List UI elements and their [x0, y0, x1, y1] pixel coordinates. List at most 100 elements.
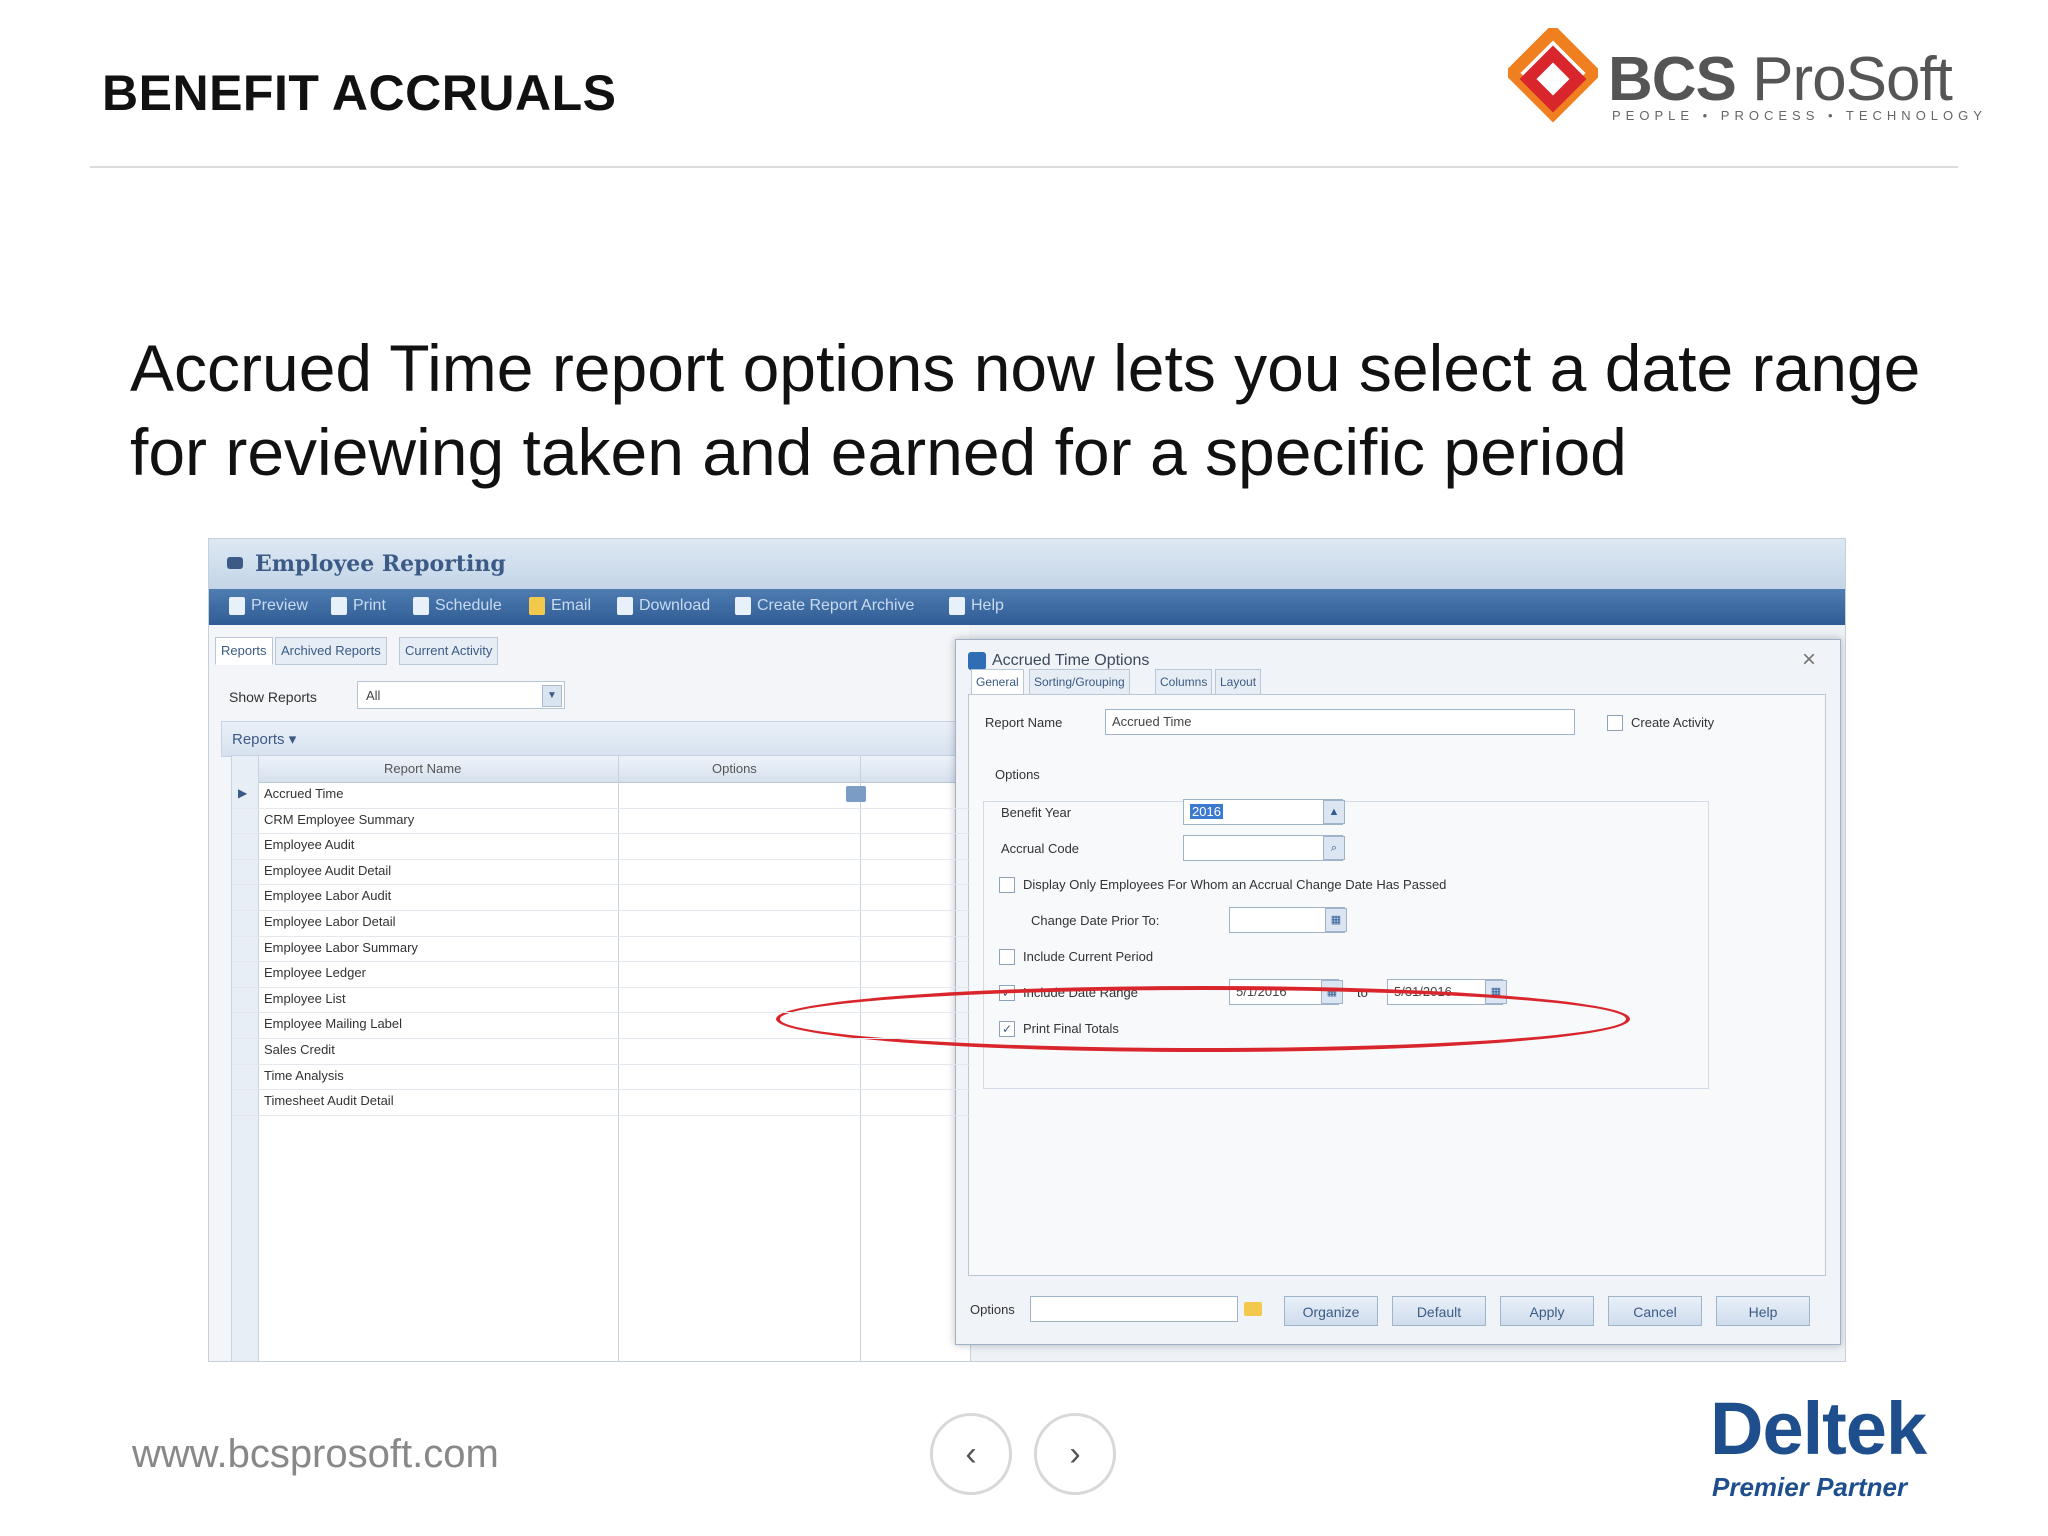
create-activity-label: Create Activity — [1631, 715, 1715, 730]
table-row[interactable]: Sales Credit — [232, 1038, 970, 1065]
reports-section-label: Reports ▾ — [232, 731, 297, 748]
report-name-cell: Employee Labor Summary — [264, 939, 418, 955]
table-row[interactable]: Employee Labor Audit — [232, 884, 970, 911]
calendar-icon[interactable]: ▦ — [1325, 908, 1347, 932]
reports-grid: Report Name Options ▶ Accrued Time CRM Emp… — [231, 755, 971, 1361]
app-toolbar: Preview Print Schedule Email Download Cr… — [209, 589, 1845, 625]
toolbar-schedule-button[interactable]: Schedule — [413, 597, 502, 615]
show-reports-value: All — [366, 688, 381, 703]
help-button[interactable]: Help — [1716, 1296, 1810, 1326]
show-reports-select[interactable]: All ▼ — [357, 681, 565, 709]
grid-rows: ▶ Accrued Time CRM Employee Summary Employe… — [232, 782, 970, 1122]
employee-reporting-screenshot: Employee Reporting Preview Print Schedul… — [208, 538, 1846, 1362]
table-row[interactable]: Employee Labor Detail — [232, 910, 970, 937]
lookup-icon[interactable]: ▲ — [1323, 800, 1345, 824]
report-name-cell: Employee Audit Detail — [264, 862, 392, 878]
table-row[interactable]: Employee Mailing Label — [232, 1012, 970, 1039]
tab-archived-reports[interactable]: Archived Reports — [275, 637, 387, 665]
table-row[interactable]: Employee Audit — [232, 833, 970, 860]
display-only-checkbox[interactable] — [999, 877, 1015, 893]
toolbar-print-button[interactable]: Print — [331, 597, 386, 615]
slide-title: BENEFIT ACCRUALS — [102, 65, 617, 121]
row-selected-icon: ▶ — [238, 786, 248, 800]
dialog-content: General Sorting/Grouping Columns Layout … — [968, 669, 1826, 1276]
include-current-period-label: Include Current Period — [1023, 949, 1154, 964]
report-name-cell: Accrued Time — [264, 786, 344, 801]
tab-general[interactable]: General — [971, 669, 1024, 695]
reports-section-bar[interactable]: Reports ▾ — [221, 721, 971, 757]
tab-reports[interactable]: Reports — [215, 637, 273, 665]
options-group-label: Options — [995, 767, 1040, 782]
app-title-bar: Employee Reporting — [209, 539, 1845, 589]
table-row[interactable]: Time Analysis — [232, 1064, 970, 1091]
cancel-button[interactable]: Cancel — [1608, 1296, 1702, 1326]
tab-layout[interactable]: Layout — [1215, 669, 1262, 695]
include-current-period-checkbox[interactable] — [999, 949, 1015, 965]
logo-name: ProSoft — [1752, 45, 1953, 114]
toolbar-email-button[interactable]: Email — [529, 597, 591, 615]
column-header-report-name[interactable]: Report Name — [384, 761, 461, 776]
benefit-year-label: Benefit Year — [1001, 805, 1072, 820]
dialog-title: Accrued Time Options — [992, 652, 1150, 669]
report-name-cell: Employee List — [264, 990, 346, 1006]
dialog-icon — [968, 652, 986, 670]
change-date-label: Change Date Prior To: — [1031, 913, 1160, 928]
toolbar-download-button[interactable]: Download — [617, 597, 710, 615]
column-header-options[interactable]: Options — [712, 761, 757, 776]
options-footer-label: Options — [970, 1302, 1015, 1317]
options-ellipsis-icon[interactable] — [846, 786, 866, 802]
search-icon[interactable]: ⌕ — [1323, 836, 1345, 860]
tab-columns[interactable]: Columns — [1155, 669, 1213, 695]
schedule-icon — [413, 597, 429, 615]
options-footer-field[interactable] — [1030, 1296, 1238, 1322]
toolbar-preview-button[interactable]: Preview — [229, 597, 308, 615]
table-row[interactable]: Employee List — [232, 987, 970, 1014]
previous-slide-button[interactable]: ‹ — [930, 1413, 1012, 1495]
tab-current-activity[interactable]: Current Activity — [399, 637, 499, 665]
table-row[interactable]: Timesheet Audit Detail — [232, 1089, 970, 1116]
table-row[interactable]: Employee Audit Detail — [232, 859, 970, 886]
report-name-cell: Employee Ledger — [264, 965, 366, 981]
deltek-partner-tagline: Premier Partner — [1712, 1472, 1908, 1502]
table-row[interactable]: CRM Employee Summary — [232, 808, 970, 835]
report-name-cell: Time Analysis — [264, 1067, 344, 1083]
email-icon — [529, 597, 545, 615]
report-name-cell: Employee Audit — [264, 837, 355, 853]
benefit-year-value: 2016 — [1190, 804, 1223, 819]
report-name-field[interactable]: Accrued Time — [1105, 709, 1575, 735]
report-name-cell: CRM Employee Summary — [264, 811, 415, 827]
download-icon — [617, 597, 633, 615]
table-row[interactable]: Employee Ledger — [232, 961, 970, 988]
table-row[interactable]: ▶ Accrued Time — [232, 782, 970, 809]
display-only-label: Display Only Employees For Whom an Accru… — [1023, 877, 1447, 892]
report-name-cell: Timesheet Audit Detail — [264, 1093, 394, 1109]
tab-sorting-grouping[interactable]: Sorting/Grouping — [1029, 669, 1130, 695]
create-activity-checkbox[interactable] — [1607, 715, 1623, 731]
reports-panel: Reports Archived Reports Current Activit… — [209, 625, 971, 1361]
next-slide-button[interactable]: › — [1034, 1413, 1116, 1495]
apply-button[interactable]: Apply — [1500, 1296, 1594, 1326]
help-icon — [949, 597, 965, 615]
archive-icon — [735, 597, 751, 615]
table-row[interactable]: Employee Labor Summary — [232, 936, 970, 963]
header-divider — [90, 166, 1958, 168]
report-name-cell: Employee Labor Audit — [264, 888, 392, 904]
organize-button[interactable]: Organize — [1284, 1296, 1378, 1326]
preview-icon — [229, 597, 245, 615]
folder-icon[interactable] — [1244, 1302, 1262, 1316]
close-icon[interactable]: × — [1802, 646, 1816, 674]
chevron-down-icon[interactable]: ▼ — [542, 685, 562, 707]
deltek-logo-text: Deltek — [1710, 1387, 1927, 1470]
toolbar-create-report-archive-button[interactable]: Create Report Archive — [735, 597, 914, 615]
toolbar-help-button[interactable]: Help — [949, 597, 1004, 615]
accrual-code-label: Accrual Code — [1001, 841, 1080, 856]
bcs-logo-icon — [1508, 28, 1598, 123]
report-name-cell: Employee Labor Detail — [264, 914, 396, 929]
accrual-code-field[interactable] — [1183, 835, 1343, 861]
report-name-cell: Sales Credit — [264, 1042, 335, 1057]
benefit-year-field[interactable]: 2016 — [1183, 799, 1343, 825]
bcs-logo-text: BCS ProSoft — [1608, 44, 1953, 115]
website-url[interactable]: www.bcsprosoft.com — [132, 1432, 499, 1477]
default-button[interactable]: Default — [1392, 1296, 1486, 1326]
report-name-label: Report Name — [985, 715, 1063, 730]
